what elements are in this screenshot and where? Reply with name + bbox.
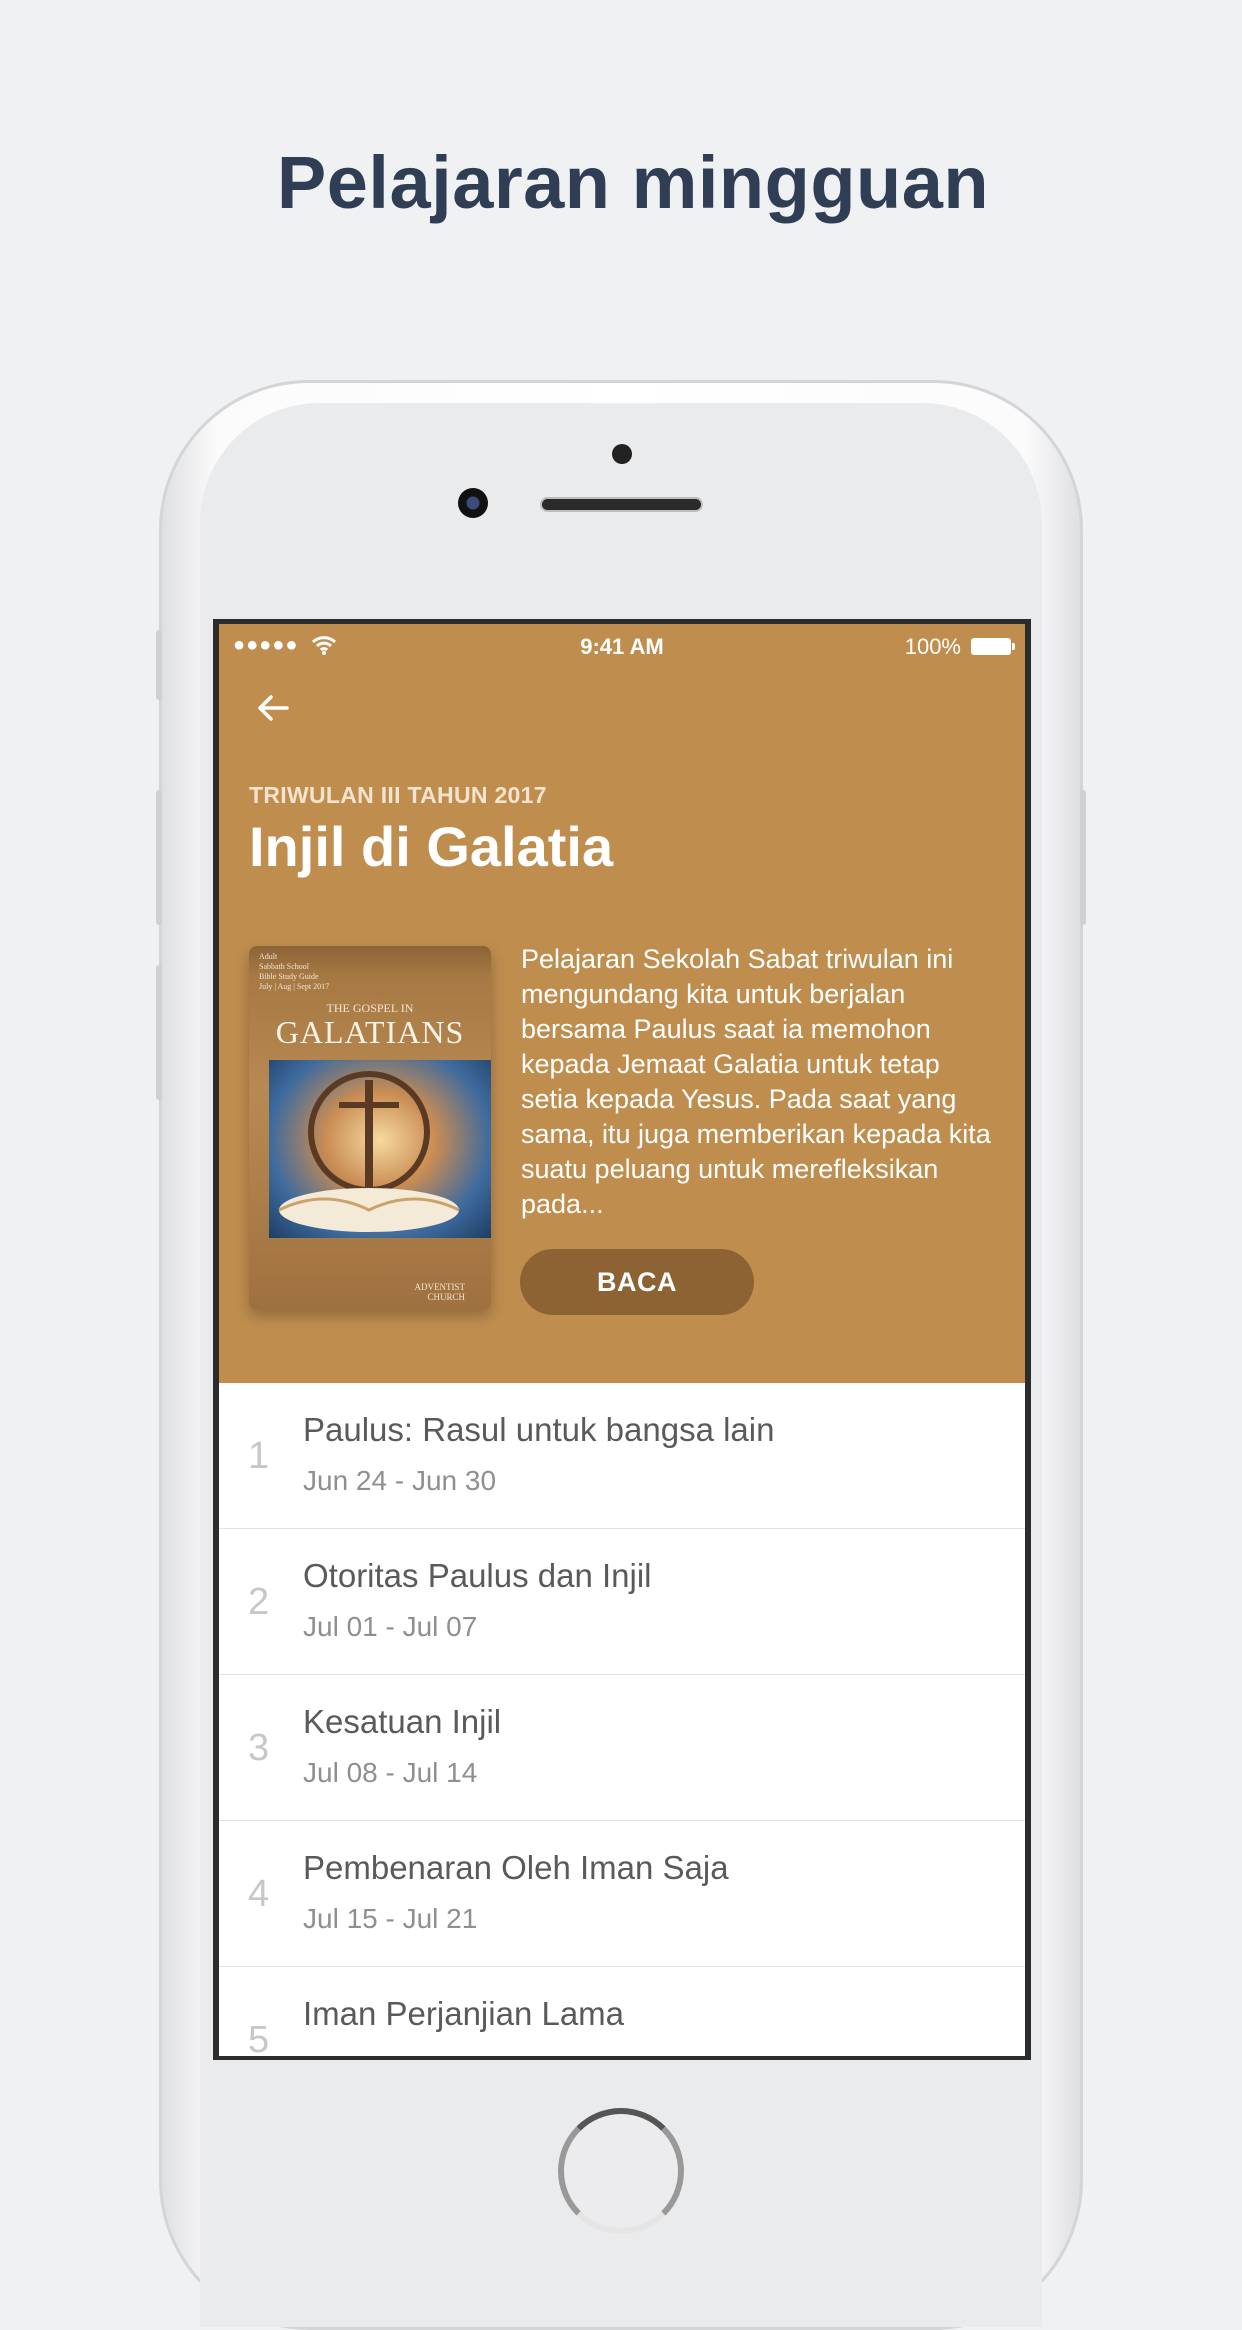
lesson-row[interactable]: 5 Iman Perjanjian Lama — [219, 1967, 1025, 2056]
lesson-title: Kesatuan Injil — [303, 1703, 502, 1740]
home-button[interactable] — [558, 2108, 684, 2234]
lesson-row[interactable]: 2 Otoritas Paulus dan Injil Jul 01 - Jul… — [219, 1529, 1025, 1675]
quarterly-title: Injil di Galatia — [249, 815, 614, 878]
phone-screen: ●●●●● 9:41 AM 100% TRIWULAN III TAHUN 20… — [213, 619, 1031, 2060]
volume-up-button — [156, 790, 162, 925]
battery-icon — [971, 638, 1015, 655]
quarter-label: TRIWULAN III TAHUN 2017 — [249, 782, 547, 808]
adventist-logo: ADVENTIST CHURCH — [414, 1282, 466, 1302]
lesson-dates: Jul 01 - Jul 07 — [303, 1611, 478, 1642]
lesson-row[interactable]: 4 Pembenaran Oleh Iman Saja Jul 15 - Jul… — [219, 1821, 1025, 1967]
volume-down-button — [156, 965, 162, 1100]
lesson-row[interactable]: 1 Paulus: Rasul untuk bangsa lain Jun 24… — [219, 1383, 1025, 1529]
lesson-number: 1 — [248, 1435, 270, 1477]
proximity-sensor — [612, 444, 632, 464]
lesson-number: 2 — [248, 1581, 270, 1623]
lesson-title: Otoritas Paulus dan Injil — [303, 1557, 652, 1594]
lesson-title: Paulus: Rasul untuk bangsa lain — [303, 1411, 775, 1448]
back-arrow-icon[interactable] — [253, 688, 293, 728]
cover-galatians-text: GALATIANS — [275, 1014, 465, 1050]
earpiece-speaker — [540, 497, 703, 512]
promo-title: Pelajaran mingguan — [276, 141, 990, 224]
battery-percentage: 100% — [904, 634, 961, 659]
lesson-dates: Jun 24 - Jun 30 — [303, 1465, 497, 1496]
lesson-header: ●●●●● 9:41 AM 100% TRIWULAN III TAHUN 20… — [219, 624, 1025, 1383]
lesson-dates: Jul 15 - Jul 21 — [303, 1903, 478, 1934]
mute-switch — [156, 630, 162, 700]
status-bar: ●●●●● 9:41 AM 100% — [219, 632, 1025, 664]
quarterly-cover-image[interactable]: Adult Sabbath School Bible Study Guide J… — [249, 946, 491, 1310]
lesson-title: Pembenaran Oleh Iman Saja — [303, 1849, 729, 1886]
front-camera — [458, 488, 488, 518]
lesson-list: 1 Paulus: Rasul untuk bangsa lain Jun 24… — [219, 1383, 1025, 2056]
lesson-title: Iman Perjanjian Lama — [303, 1995, 625, 2032]
cover-subtitle: Adult Sabbath School Bible Study Guide J… — [259, 952, 330, 991]
lesson-row[interactable]: 3 Kesatuan Injil Jul 08 - Jul 14 — [219, 1675, 1025, 1821]
read-button[interactable]: BACA — [520, 1249, 754, 1315]
power-button — [1080, 790, 1086, 925]
quarterly-description: Pelajaran Sekolah Sabat triwulan ini men… — [521, 944, 991, 1219]
lesson-number: 5 — [248, 2019, 270, 2056]
lesson-dates: Jul 08 - Jul 14 — [303, 1757, 478, 1788]
lesson-number: 3 — [248, 1727, 270, 1769]
lesson-number: 4 — [248, 1873, 270, 1915]
cover-artwork — [269, 1060, 491, 1238]
